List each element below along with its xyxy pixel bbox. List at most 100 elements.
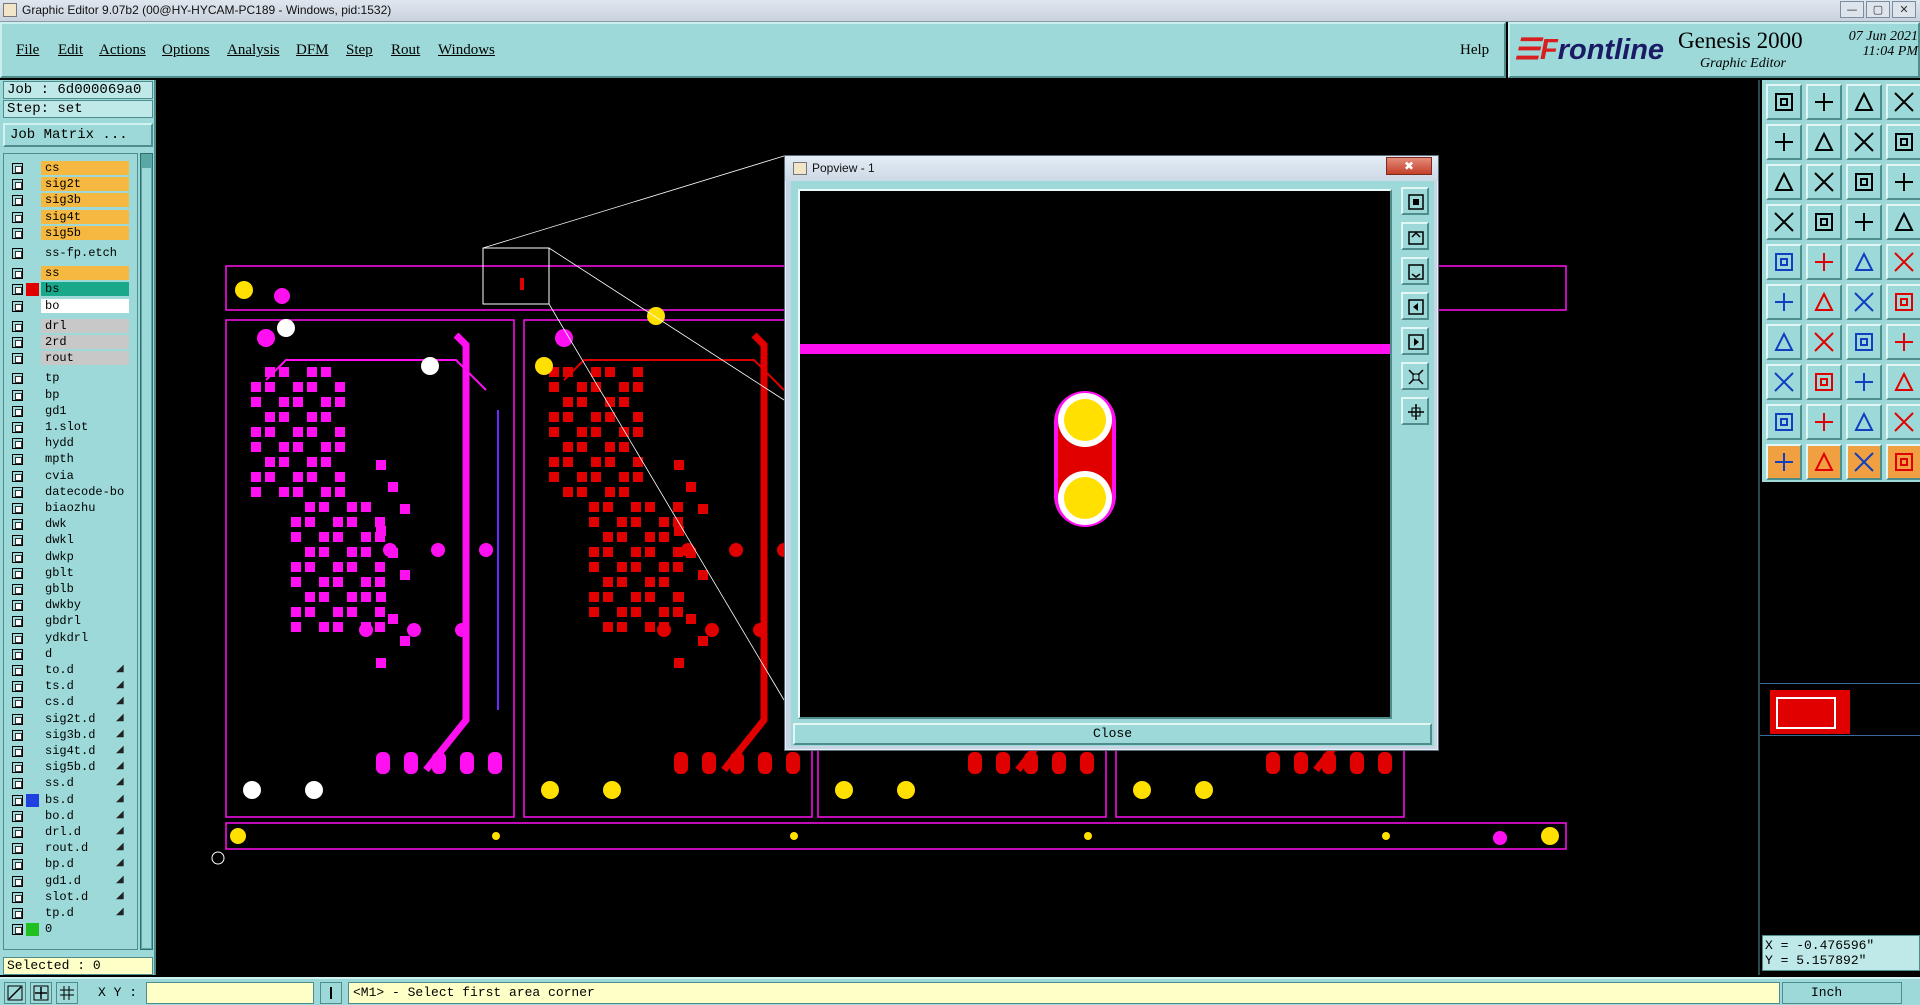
layer-row[interactable]: mpth	[4, 452, 137, 467]
layer-checkbox[interactable]	[12, 616, 23, 628]
layer-row[interactable]: tp	[4, 371, 137, 386]
layer-row[interactable]: 1.slot	[4, 420, 137, 435]
layer-checkbox[interactable]	[12, 519, 23, 531]
layer-name[interactable]: gblb	[41, 582, 129, 596]
layer-row[interactable]: dwkl	[4, 533, 137, 548]
layer-row[interactable]: bo.d ◢	[4, 808, 137, 824]
layer-checkbox[interactable]	[12, 681, 23, 693]
menu-rout[interactable]: Rout	[391, 42, 420, 59]
layer-checkbox[interactable]	[12, 300, 23, 312]
layer-row[interactable]: bs	[4, 282, 137, 297]
layer-checkbox[interactable]	[12, 762, 23, 774]
layer-name[interactable]: ss-fp.etch	[41, 246, 129, 260]
layer-checkbox[interactable]	[12, 551, 23, 563]
layer-row[interactable]: gblb	[4, 582, 137, 597]
layer-name[interactable]: gbdrl	[41, 614, 129, 629]
fit-icon[interactable]	[1766, 164, 1802, 200]
pan-right-icon[interactable]	[1401, 327, 1429, 355]
triangle-icon[interactable]	[1766, 404, 1802, 440]
grid-mode-icon[interactable]	[56, 982, 78, 1004]
layer-checkbox[interactable]	[12, 729, 23, 741]
layer-checkbox[interactable]	[12, 337, 23, 348]
layer-checkbox[interactable]	[12, 827, 23, 838]
layer-name[interactable]: bo	[41, 298, 129, 313]
popview-viewport[interactable]	[798, 189, 1392, 719]
layer-row[interactable]: cs.d ◢	[4, 695, 137, 710]
connect-icon[interactable]	[1846, 364, 1882, 400]
layer-name[interactable]: gd1	[41, 403, 129, 418]
layer-left-icon[interactable]	[1766, 124, 1802, 160]
triangle-c-icon[interactable]	[1886, 404, 1920, 440]
layer-checkbox[interactable]	[12, 600, 23, 612]
layer-list-scrollbar[interactable]	[140, 153, 153, 950]
layer-row[interactable]: hydd	[4, 436, 137, 451]
layer-row[interactable]: sig2t.d ◢	[4, 711, 137, 727]
menu-dfm[interactable]: DFM	[296, 42, 329, 59]
triangle-a-icon[interactable]	[1806, 404, 1842, 440]
layer-name[interactable]: bs	[41, 282, 129, 297]
layer-checkbox[interactable]	[12, 665, 23, 676]
menu-analysis[interactable]: Analysis	[227, 42, 280, 59]
layer-checkbox[interactable]	[12, 908, 23, 919]
copy-icon[interactable]	[1766, 364, 1802, 400]
netlist-alt-icon[interactable]	[1886, 204, 1920, 240]
layer-row[interactable]: ss.d ◢	[4, 776, 137, 791]
layer-row[interactable]: cvia	[4, 468, 137, 484]
layer-checkbox[interactable]	[12, 875, 23, 887]
layer-row[interactable]: rout.d ◢	[4, 841, 137, 856]
cross-icon[interactable]	[1806, 284, 1842, 320]
layer-row[interactable]: sig5b	[4, 225, 137, 241]
layer-name[interactable]: sig5b	[41, 225, 129, 240]
layer-row[interactable]: bp	[4, 387, 137, 403]
line-icon[interactable]	[1846, 284, 1882, 320]
surface-icon[interactable]	[1806, 244, 1842, 280]
layer-checkbox[interactable]	[12, 632, 23, 644]
layer-name[interactable]: sig2t	[41, 177, 129, 192]
vertex-icon[interactable]	[1766, 284, 1802, 320]
layer-name[interactable]: mpth	[41, 452, 129, 467]
layer-checkbox[interactable]	[12, 438, 23, 450]
unit-selector[interactable]: Inch	[1782, 982, 1902, 1004]
layer-checkbox[interactable]	[12, 843, 23, 855]
slash-icon[interactable]	[1806, 324, 1842, 360]
layer-name[interactable]: rout	[41, 351, 129, 366]
minimize-button[interactable]: —	[1840, 1, 1864, 18]
layer-row[interactable]: ts.d ◢	[4, 679, 137, 694]
align-icon[interactable]	[1886, 324, 1920, 360]
layers-icon[interactable]	[1886, 364, 1920, 400]
layer-checkbox[interactable]	[12, 353, 23, 365]
layer-row[interactable]: sig4t	[4, 209, 137, 225]
layer-name[interactable]: dwkp	[41, 549, 129, 564]
layer-row[interactable]: gd1	[4, 403, 137, 419]
layer-name[interactable]: drl	[41, 318, 129, 333]
scale-icon[interactable]	[1846, 164, 1882, 200]
save-icon[interactable]	[1806, 84, 1842, 120]
open-icon[interactable]	[1766, 84, 1802, 120]
layer-checkbox[interactable]	[12, 454, 23, 466]
layer-row[interactable]: to.d ◢	[4, 663, 137, 678]
layer-row[interactable]: rout	[4, 351, 137, 366]
layer-color-swatch[interactable]	[26, 283, 39, 297]
layer-name[interactable]: bp	[41, 387, 129, 402]
layer-name[interactable]: hydd	[41, 436, 129, 451]
select-route-icon[interactable]	[1886, 444, 1920, 480]
layer-row[interactable]: dwkby	[4, 598, 137, 613]
help-icon[interactable]	[1886, 164, 1920, 200]
layer-checkbox[interactable]	[12, 195, 23, 207]
layer-row[interactable]: d	[4, 646, 137, 662]
popview-close-button[interactable]: Close	[793, 723, 1432, 745]
zoom-mirror-icon[interactable]	[1846, 124, 1882, 160]
layer-checkbox[interactable]	[12, 284, 23, 296]
layer-row[interactable]: cs	[4, 161, 137, 176]
menu-actions[interactable]: Actions	[99, 42, 146, 59]
zoom-back-icon[interactable]	[1401, 257, 1429, 285]
menu-options[interactable]: Options	[162, 42, 210, 59]
layer-name[interactable]: dwkby	[41, 598, 129, 613]
layer-row[interactable]: ss	[4, 266, 137, 281]
layer-row[interactable]: ss-fp.etch	[4, 246, 137, 261]
layer-name[interactable]: tp	[41, 371, 129, 386]
menu-step[interactable]: Step	[346, 42, 373, 59]
layer-checkbox[interactable]	[12, 697, 23, 709]
layer-checkbox[interactable]	[12, 227, 23, 239]
menu-help[interactable]: Help	[1460, 42, 1489, 59]
